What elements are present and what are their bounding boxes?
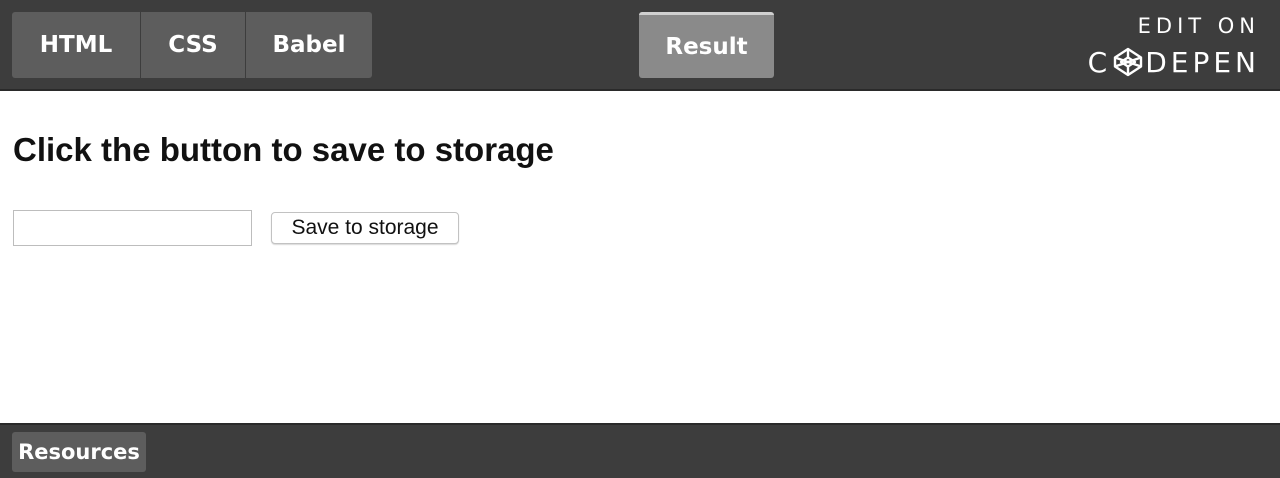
tab-html-label: HTML — [39, 32, 113, 58]
storage-text-input[interactable] — [13, 210, 252, 246]
tab-babel[interactable]: Babel — [246, 12, 372, 78]
edit-on-label: EDIT ON — [1137, 14, 1260, 38]
tab-css-label: CSS — [168, 32, 218, 58]
tab-result-label: Result — [665, 33, 748, 60]
tab-result[interactable]: Result — [639, 12, 774, 78]
page-heading: Click the button to save to storage — [13, 131, 554, 168]
tab-html[interactable]: HTML — [12, 12, 141, 78]
resources-button-label: Resources — [18, 440, 140, 464]
codepen-brand-first-letter: C — [1087, 45, 1112, 79]
codepen-embed-footer: Resources — [0, 423, 1280, 478]
codepen-wordmark: C DEPEN — [1087, 45, 1260, 79]
result-pane: Click the button to save to storage Save… — [0, 93, 1280, 423]
resources-button[interactable]: Resources — [12, 432, 146, 472]
tab-css[interactable]: CSS — [141, 12, 246, 78]
edit-on-codepen-link[interactable]: EDIT ON C DEPEN — [1080, 14, 1260, 80]
codepen-embed-header: HTML CSS Babel Result EDIT ON C DEPEN — [0, 0, 1280, 91]
codepen-brand-rest: DEPEN — [1145, 45, 1260, 79]
tab-babel-label: Babel — [272, 32, 346, 58]
codepen-logo-icon — [1114, 47, 1143, 77]
editor-tab-group: HTML CSS Babel — [12, 12, 372, 78]
save-to-storage-button[interactable]: Save to storage — [271, 212, 459, 244]
